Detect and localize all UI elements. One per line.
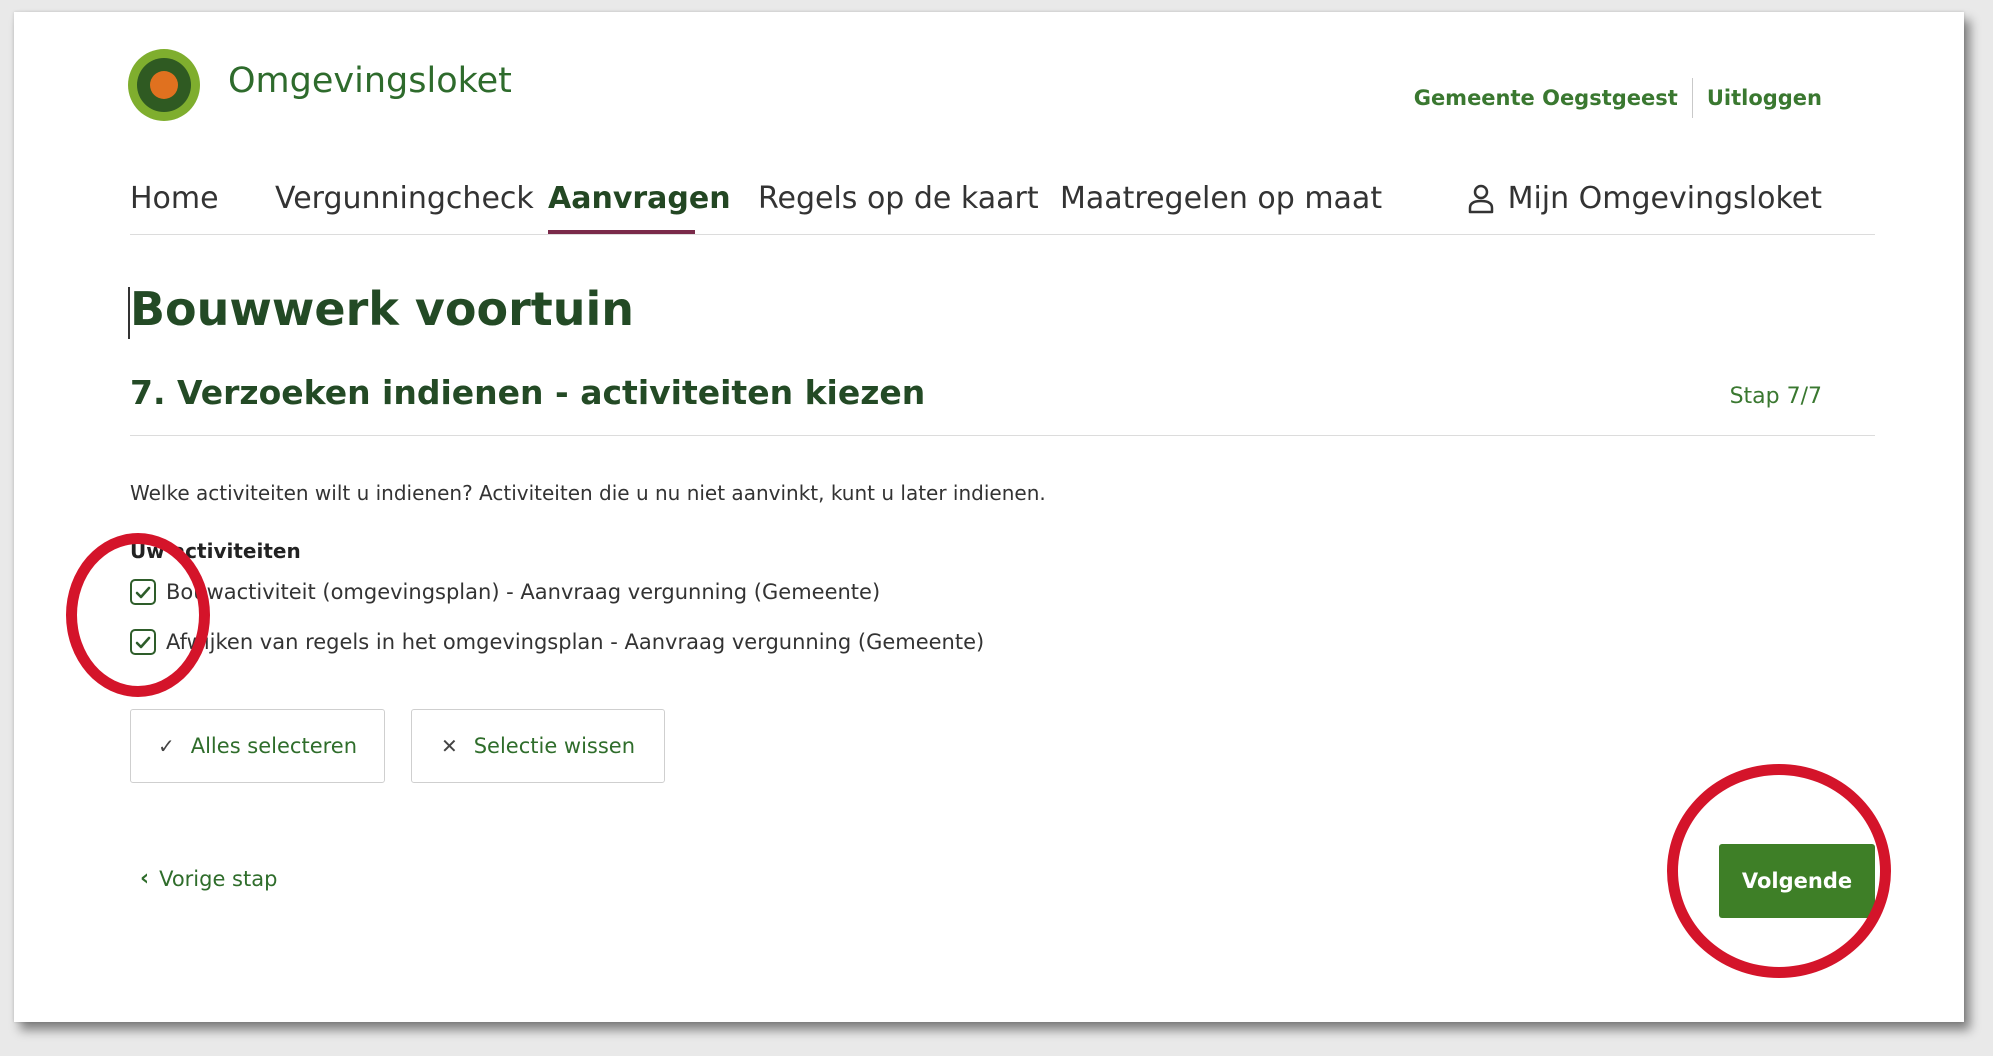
activity-checkbox[interactable] <box>130 579 156 605</box>
omgevingsloket-logo[interactable] <box>128 49 200 121</box>
nav-item-maatregelen-op-maat[interactable]: Maatregelen op maat <box>1060 184 1382 214</box>
nav-item-regels-op-de-kaart[interactable]: Regels op de kaart <box>758 184 1039 214</box>
municipality-link[interactable]: Gemeente Oegstgeest <box>1414 86 1678 110</box>
section-divider <box>130 435 1875 436</box>
user-icon <box>1468 184 1493 214</box>
section-title: 7. Verzoeken indienen - activiteiten kie… <box>130 373 926 412</box>
account-label: Mijn Omgevingsloket <box>1507 181 1822 216</box>
top-links: Gemeente Oegstgeest Uitloggen <box>1414 78 1822 118</box>
brand-name[interactable]: Omgevingsloket <box>228 64 512 99</box>
step-indicator: Stap 7/7 <box>1729 384 1822 409</box>
check-icon <box>135 586 151 598</box>
previous-step-label: Vorige stap <box>159 866 278 891</box>
clear-selection-label: Selectie wissen <box>473 734 636 758</box>
next-button[interactable]: Volgende <box>1719 844 1875 918</box>
activity-checkbox[interactable] <box>130 629 156 655</box>
close-icon: ✕ <box>440 734 458 758</box>
previous-step-link[interactable]: ‹ Vorige stap <box>140 866 277 891</box>
page-card: Omgevingsloket Gemeente Oegstgeest Uitlo… <box>14 12 1964 1022</box>
select-all-button[interactable]: ✓ Alles selecteren <box>130 709 385 783</box>
clear-selection-button[interactable]: ✕ Selectie wissen <box>411 709 665 783</box>
activities-group-label: Uw activiteiten <box>130 539 301 563</box>
divider <box>1691 78 1693 118</box>
nav-item-vergunningcheck[interactable]: Vergunningcheck <box>275 184 534 214</box>
activity-label[interactable]: Afwijken van regels in het omgevingsplan… <box>166 630 984 654</box>
page-title: Bouwwerk voortuin <box>130 282 635 336</box>
check-icon: ✓ <box>157 734 175 758</box>
chevron-left-icon: ‹ <box>140 866 150 891</box>
activity-row[interactable]: Afwijken van regels in het omgevingsplan… <box>130 629 984 655</box>
nav-item-home[interactable]: Home <box>130 184 219 214</box>
question-text: Welke activiteiten wilt u indienen? Acti… <box>130 481 1046 505</box>
logout-link[interactable]: Uitloggen <box>1707 86 1822 110</box>
check-icon <box>135 636 151 648</box>
mijn-omgevingsloket-link[interactable]: Mijn Omgevingsloket <box>1468 184 1822 214</box>
activity-label[interactable]: Bouwactiviteit (omgevingsplan) - Aanvraa… <box>166 580 880 604</box>
activity-row[interactable]: Bouwactiviteit (omgevingsplan) - Aanvraa… <box>130 579 880 605</box>
nav-divider <box>130 234 1875 235</box>
nav-item-aanvragen[interactable]: Aanvragen <box>548 184 731 214</box>
select-all-label: Alles selecteren <box>190 734 358 758</box>
